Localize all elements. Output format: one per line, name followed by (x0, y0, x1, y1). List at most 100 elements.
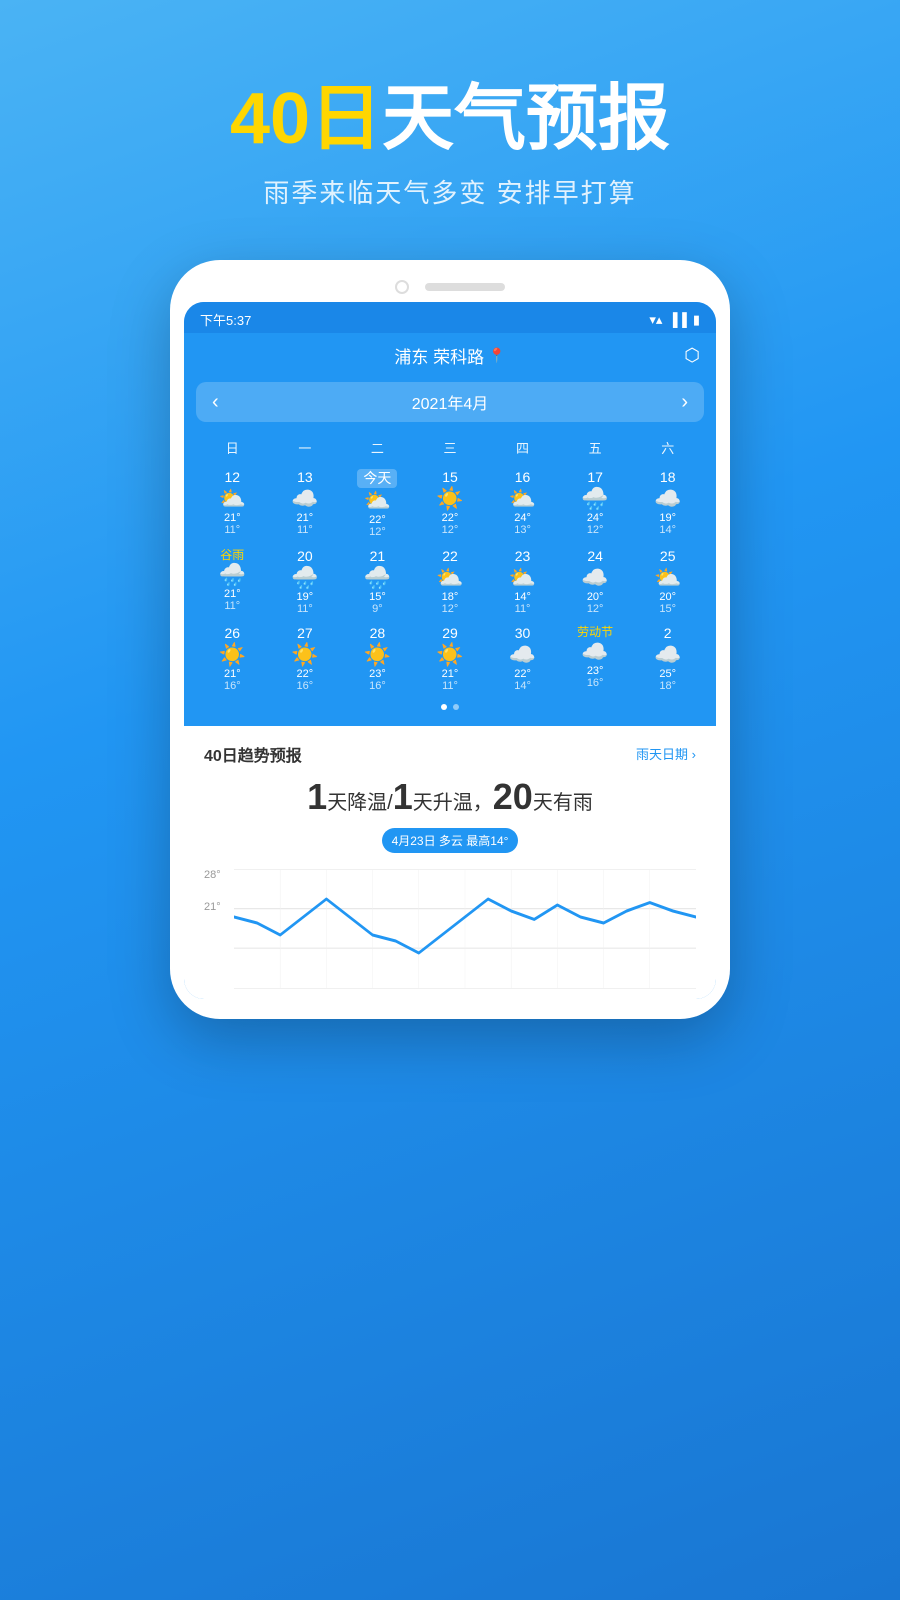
cal-day-15[interactable]: 15 ☀️ 22° 12° (414, 465, 487, 542)
weather-icon: ☁️ (581, 567, 608, 589)
day-number: 26 (224, 625, 240, 642)
weekday-wed: 三 (414, 434, 487, 461)
cal-day-23[interactable]: 23 ⛅ 14° 11° (486, 544, 559, 619)
weekday-sat: 六 (631, 434, 704, 461)
hero-section: 40日天气预报 雨季来临天气多变 安排早打算 (0, 0, 900, 250)
day-number: 23 (515, 548, 531, 565)
share-icon[interactable]: ⬡ (684, 345, 700, 366)
cal-day-24[interactable]: 24 ☁️ 20° 12° (559, 544, 632, 619)
day-number: 13 (297, 469, 313, 486)
cal-day-laodong[interactable]: 劳动节 ☁️ 23° 16° (559, 621, 632, 696)
status-bar: 下午5:37 ▾▴ ▐▐ ▮ (184, 302, 716, 333)
stat-label-1: 天降温/ (327, 792, 393, 814)
weather-icon: ⛅ (509, 567, 536, 589)
day-number: 29 (442, 625, 458, 642)
cal-day-21[interactable]: 21 🌧️ 15° 9° (341, 544, 414, 619)
weather-icon: ☁️ (509, 644, 536, 666)
rain-days-link[interactable]: 雨天日期 › (636, 744, 696, 763)
day-number: 27 (297, 625, 313, 642)
cal-day-16[interactable]: 16 ⛅ 24° 13° (486, 465, 559, 542)
location-pin-icon: 📍 (488, 347, 505, 364)
day-number: 16 (515, 469, 531, 486)
day-number: 2 (664, 625, 672, 642)
hero-subtitle: 雨季来临天气多变 安排早打算 (0, 173, 900, 210)
day-number: 21 (370, 548, 386, 565)
page-dot-1[interactable] (441, 704, 447, 710)
status-time: 下午5:37 (200, 310, 251, 329)
day-number: 18 (660, 469, 676, 486)
weekday-fri: 五 (559, 434, 632, 461)
phone-mockup: 下午5:37 ▾▴ ▐▐ ▮ 浦东 荣科路 📍 ⬡ ‹ 2021年4月 › (170, 260, 730, 1018)
cal-day-27[interactable]: 27 ☀️ 22° 16° (269, 621, 342, 696)
page-dot-2[interactable] (453, 704, 459, 710)
cal-day-17[interactable]: 17 🌧️ 24° 12° (559, 465, 632, 542)
chart-label-high: 28° (204, 869, 221, 881)
date-badge: 4月23日 多云 最高14° (382, 828, 519, 853)
cal-day-12[interactable]: 12 ⛅ 21° 11° (196, 465, 269, 542)
cal-day-20[interactable]: 20 🌧️ 19° 11° (269, 544, 342, 619)
weekday-mon: 一 (269, 434, 342, 461)
weather-icon: ☁️ (654, 644, 681, 666)
stat-3: 20 (493, 776, 533, 817)
weekday-tue: 二 (341, 434, 414, 461)
signal-icon: ▐▐ (668, 312, 686, 327)
forecast-header: 40日趋势预报 雨天日期 › (204, 742, 696, 766)
cal-day-25[interactable]: 25 ⛅ 20° 15° (631, 544, 704, 619)
weekday-row: 日 一 二 三 四 五 六 (196, 434, 704, 461)
phone-wrapper: 下午5:37 ▾▴ ▐▐ ▮ 浦东 荣科路 📍 ⬡ ‹ 2021年4月 › (0, 260, 900, 1018)
weather-icon: ⛅ (509, 488, 536, 510)
chart-label-low: 21° (204, 901, 221, 913)
day-number: 17 (587, 469, 603, 486)
app-screen: 下午5:37 ▾▴ ▐▐ ▮ 浦东 荣科路 📍 ⬡ ‹ 2021年4月 › (184, 302, 716, 998)
weather-icon: 🌧️ (581, 488, 608, 510)
cal-day-18[interactable]: 18 ☁️ 19° 14° (631, 465, 704, 542)
weather-icon: 🌧️ (291, 567, 318, 589)
cal-day-13[interactable]: 13 ☁️ 21° 11° (269, 465, 342, 542)
stat-label-3: 天有雨 (533, 792, 593, 814)
forecast-title: 40日趋势预报 (204, 742, 302, 766)
hero-title-white: 天气预报 (382, 79, 670, 159)
weather-icon: ⛅ (436, 567, 463, 589)
weather-icon: ☀️ (436, 488, 463, 510)
day-number: 谷雨 (220, 548, 244, 562)
day-number: 24 (587, 548, 603, 565)
battery-icon: ▮ (693, 312, 700, 328)
weather-icon: 🌧️ (219, 564, 246, 586)
cal-day-today[interactable]: 今天 ⛅ 22° 12° (341, 465, 414, 542)
cal-day-2[interactable]: 2 ☁️ 25° 18° (631, 621, 704, 696)
weather-icon: ☀️ (219, 644, 246, 666)
cal-day-30[interactable]: 30 ☁️ 22° 14° (486, 621, 559, 696)
stat-1: 1 (307, 776, 327, 817)
stats-text: 1天降温/1天升温，20天有雨 (204, 776, 696, 818)
chart-svg (234, 869, 696, 989)
day-number: 12 (224, 469, 240, 486)
location-bar: 浦东 荣科路 📍 ⬡ (184, 333, 716, 374)
next-month-button[interactable]: › (681, 391, 688, 414)
day-number: 15 (442, 469, 458, 486)
weather-icon: ⛅ (654, 567, 681, 589)
hero-title-yellow: 40日 (230, 79, 382, 159)
day-number: 22 (442, 548, 458, 565)
cal-row-3: 26 ☀️ 21° 16° 27 ☀️ 22° 16° 28 ☀️ 23 (196, 621, 704, 696)
day-number: 今天 (357, 469, 397, 488)
cal-row-1: 12 ⛅ 21° 11° 13 ☁️ 21° 11° 今天 ⛅ 22° (196, 465, 704, 542)
cal-day-guyu[interactable]: 谷雨 🌧️ 21° 11° (196, 544, 269, 619)
chart-area: 28° 21° (204, 869, 696, 989)
weather-icon: ☀️ (291, 644, 318, 666)
weather-icon: ☁️ (654, 488, 681, 510)
cal-day-28[interactable]: 28 ☀️ 23° 16° (341, 621, 414, 696)
cal-day-26[interactable]: 26 ☀️ 21° 16° (196, 621, 269, 696)
status-icons: ▾▴ ▐▐ ▮ (649, 312, 700, 328)
chart-labels: 28° 21° (204, 869, 221, 913)
cal-day-29[interactable]: 29 ☀️ 21° 11° (414, 621, 487, 696)
day-number: 30 (515, 625, 531, 642)
weather-icon: ☀️ (436, 644, 463, 666)
phone-notch (184, 280, 716, 294)
weather-icon: ☁️ (291, 488, 318, 510)
weather-icon: ☀️ (364, 644, 391, 666)
cal-day-22[interactable]: 22 ⛅ 18° 12° (414, 544, 487, 619)
prev-month-button[interactable]: ‹ (212, 391, 219, 414)
day-number: 28 (370, 625, 386, 642)
hero-title: 40日天气预报 (0, 80, 900, 159)
month-nav: ‹ 2021年4月 › (196, 382, 704, 422)
